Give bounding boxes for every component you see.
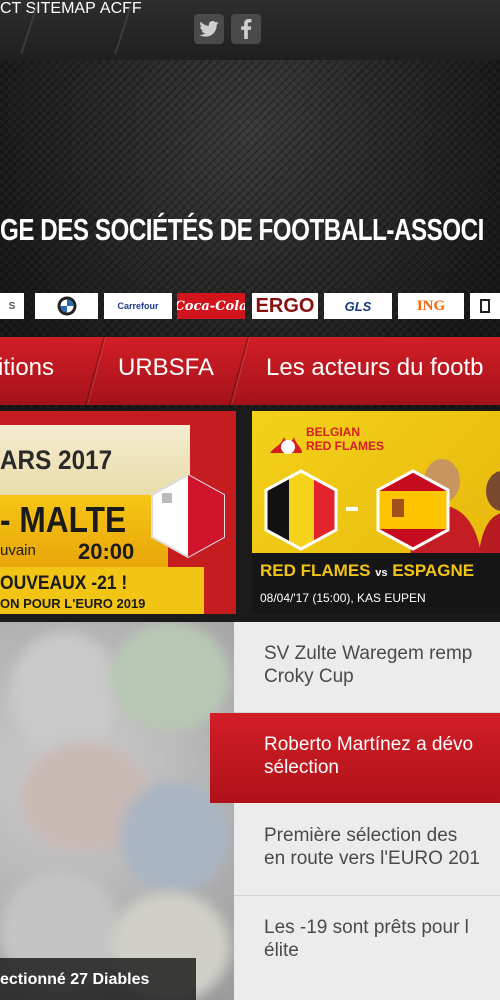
topnav-acff-link[interactable]: ACFF — [100, 0, 142, 17]
team-b: ESPAGNE — [392, 561, 475, 580]
sponsor-gls-text: GLS — [344, 298, 372, 314]
news-title-line: en route vers l'EURO 201 — [264, 848, 480, 869]
topnav-contact-link[interactable]: CT — [0, 0, 21, 17]
nav-divider — [84, 337, 106, 405]
news-title-line: SV Zulte Waregem remp — [264, 643, 473, 664]
team-a: RED FLAMES — [260, 561, 371, 580]
banner-match-panel: - MALTE uvain 20:00 — [0, 495, 168, 567]
news-title-line: Les -19 sont prêts pour l — [264, 917, 469, 938]
nav-urbsfa[interactable]: URBSFA — [118, 354, 214, 382]
sponsor-bmw-logo[interactable] — [35, 293, 98, 319]
sponsor-cocacola-text: Coca-Cola — [177, 298, 245, 314]
news-item-active[interactable]: Roberto Martínez a dévo sélection — [210, 713, 500, 803]
news-item[interactable]: Première sélection des en route vers l'E… — [234, 804, 500, 894]
news-title-line: Croky Cup — [264, 666, 354, 687]
sponsor-partial-logo[interactable]: S — [0, 293, 24, 319]
banner-venue: uvain — [0, 542, 36, 559]
banner-caption: RED FLAMES vs ESPAGNE 08/04/'17 (15:00),… — [252, 553, 500, 614]
banner-match-details: 08/04/'17 (15:00), KAS EUPEN — [260, 591, 426, 605]
photo-caption-bar[interactable]: ectionné 27 Diables — [0, 958, 196, 1000]
sponsor-ing-text: ING — [416, 297, 446, 314]
sponsor-partial-logo[interactable] — [470, 293, 500, 319]
news-item[interactable]: Les -19 sont prêts pour l élite — [234, 896, 500, 1000]
flame-logo-icon — [270, 437, 302, 454]
main-navigation: itions URBSFA Les acteurs du footb — [0, 337, 500, 405]
news-title: Les -19 sont prêts pour l élite — [264, 916, 469, 962]
banner-match: - MALTE — [0, 499, 127, 540]
banner-time: 20:00 — [78, 539, 135, 564]
red-flames-brand: BELGIAN RED FLAMES — [306, 425, 384, 453]
versus-dash — [346, 507, 358, 511]
nav-acteurs-du-football[interactable]: Les acteurs du footb — [266, 354, 483, 382]
banner-date: ARS 2017 — [0, 445, 113, 475]
malta-flag-icon — [151, 473, 225, 559]
facebook-button[interactable] — [231, 14, 261, 44]
nav-competitions[interactable]: itions — [0, 354, 54, 382]
sponsor-ergo-text: ERGO — [255, 294, 315, 317]
site-header: GE DES SOCIÉTÉS DE FOOTBALL-ASSOCI S Car… — [0, 60, 500, 410]
photo-caption: ectionné 27 Diables — [0, 971, 150, 988]
sponsor-ergo-logo[interactable]: ERGO — [252, 293, 318, 319]
sponsor-ing-logo[interactable]: ING — [398, 293, 464, 319]
news-title-line: Première sélection des — [264, 825, 458, 846]
banner-subline: ON POUR L'EURO 2019 — [0, 596, 146, 611]
news-title: SV Zulte Waregem remp Croky Cup — [264, 642, 472, 688]
brand-line-2: RED FLAMES — [306, 439, 384, 453]
twitter-button[interactable] — [194, 14, 224, 44]
news-title-line: sélection — [264, 757, 339, 778]
nav-divider — [228, 337, 250, 405]
brand-line-1: BELGIAN — [306, 425, 360, 439]
sponsor-strip: S Carrefour Coca-Cola ERGO GLS ING — [0, 293, 500, 319]
news-title-line: élite — [264, 940, 299, 961]
versus-label: vs — [375, 567, 388, 579]
news-title: Première sélection des en route vers l'E… — [264, 824, 480, 870]
facebook-icon — [241, 19, 252, 39]
banner-match-title: RED FLAMES vs ESPAGNE — [260, 561, 474, 581]
banner-headline: OUVEAUX -21 ! — [0, 573, 128, 594]
top-bar: CT SITEMAP ACFF — [0, 0, 500, 60]
banner-red-flames-espagne[interactable]: BELGIAN RED FLAMES RED FLAMES vs ESPAGNE — [252, 411, 500, 614]
sponsor-carrefour-text: Carrefour — [117, 301, 159, 311]
news-title-line: Roberto Martínez a dévo — [264, 734, 474, 755]
sponsor-carrefour-logo[interactable]: Carrefour — [104, 293, 172, 319]
news-photo[interactable] — [0, 622, 234, 1000]
sponsor-cocacola-logo[interactable]: Coca-Cola — [177, 293, 245, 319]
belgium-flag-icon — [264, 469, 338, 551]
sponsor-gls-logo[interactable]: GLS — [324, 293, 392, 319]
site-title: GE DES SOCIÉTÉS DE FOOTBALL-ASSOCI — [0, 212, 484, 247]
bmw-logo-icon — [57, 296, 76, 316]
banner-headline-panel: OUVEAUX -21 ! ON POUR L'EURO 2019 — [0, 567, 204, 614]
twitter-icon — [199, 21, 219, 37]
spain-flag-icon — [376, 469, 450, 551]
photo-blur-shape — [10, 632, 120, 752]
news-item[interactable]: SV Zulte Waregem remp Croky Cup — [234, 622, 500, 712]
news-title: Roberto Martínez a dévo sélection — [264, 733, 473, 779]
